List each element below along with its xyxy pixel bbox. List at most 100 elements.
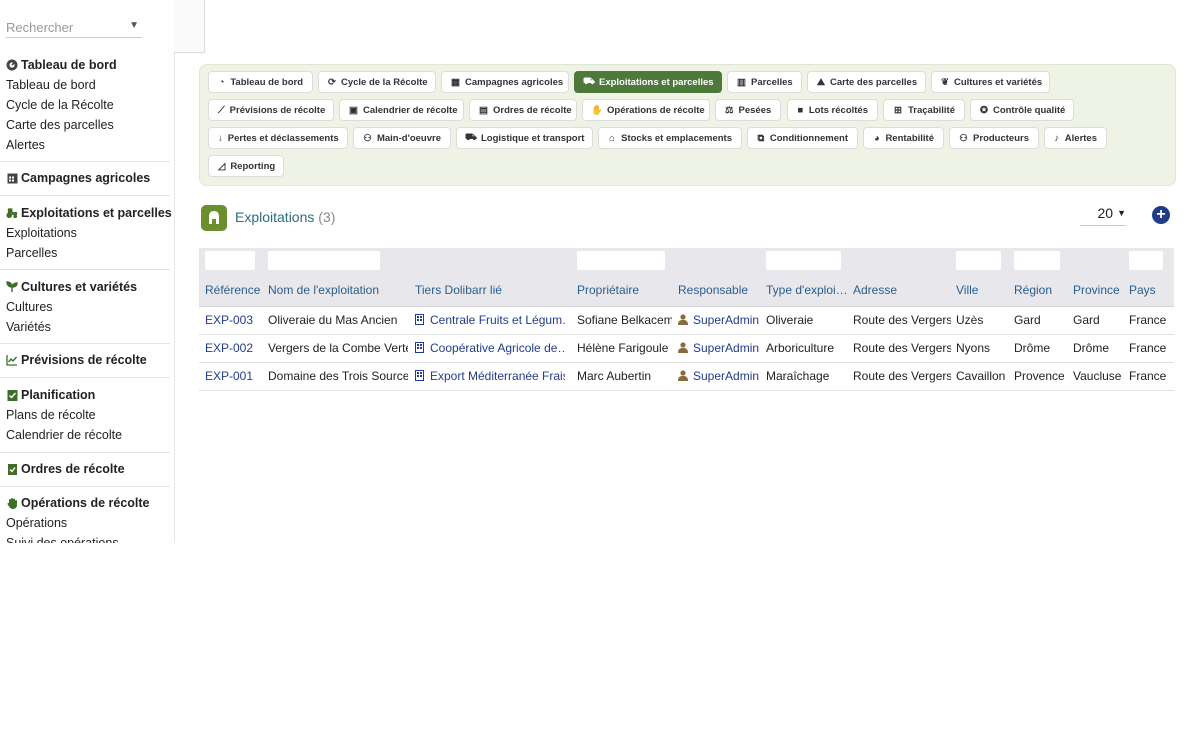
filter-ref-input[interactable]: [205, 251, 255, 270]
chevron-down-icon: ▼: [1117, 208, 1126, 218]
cell-tiers[interactable]: Export Méditerranée Frais: [415, 369, 565, 383]
dashboard-icon: ◔: [218, 76, 225, 88]
menu-item-harvest-plans[interactable]: Plans de récolte: [0, 405, 170, 425]
add-farm-button[interactable]: +: [1152, 206, 1170, 224]
nav-button-18[interactable]: ⌂ Stocks et emplacements: [598, 127, 742, 149]
nav-button-9[interactable]: ▤ Ordres de récolte: [469, 99, 577, 121]
chevron-down-icon[interactable]: ▼: [129, 20, 139, 31]
cell-province: Vaucluse: [1073, 369, 1125, 383]
balance-icon: ⚖: [725, 104, 734, 116]
cell-manager[interactable]: SuperAdmin: [678, 313, 763, 327]
nav-button-13[interactable]: ⊞ Traçabilité: [883, 99, 965, 121]
nav-button-12[interactable]: ■ Lots récoltés: [787, 99, 878, 121]
menu-item-alerts[interactable]: Alertes: [0, 135, 170, 155]
col-header-type[interactable]: Type d'exploi…: [766, 283, 848, 297]
filter-type-input[interactable]: [766, 251, 841, 270]
menu-title-farms[interactable]: Exploitations et parcelles: [0, 203, 172, 223]
menu-title-forecasts[interactable]: Prévisions de récolte: [0, 350, 170, 370]
menu-item-varieties[interactable]: Variétés: [0, 317, 170, 337]
map-marked-icon: ⛰: [817, 76, 825, 88]
col-header-manager[interactable]: Responsable: [678, 283, 748, 297]
menu-title-operations[interactable]: Opérations de récolte: [0, 493, 170, 513]
nav-button-21[interactable]: ⚇ Producteurs: [949, 127, 1039, 149]
cell-tiers[interactable]: Centrale Fruits et Légum…: [415, 313, 565, 327]
nav-button-5[interactable]: ⛰ Carte des parcelles: [807, 71, 926, 93]
cell-tiers[interactable]: Coopérative Agricole de…: [415, 341, 565, 355]
nav-button-10[interactable]: ✋ Opérations de récolte: [582, 99, 710, 121]
menu-title-planning[interactable]: Planification: [0, 385, 170, 405]
menu-item-harvest-cycle[interactable]: Cycle de la Récolte: [0, 95, 170, 115]
cell-country-text: France: [1129, 369, 1167, 383]
col-header-province[interactable]: Province: [1073, 283, 1120, 297]
menu-item-farms[interactable]: Exploitations: [0, 223, 170, 243]
nav-button-label: Producteurs: [973, 132, 1029, 144]
nav-button-23[interactable]: ◿ Reporting: [208, 155, 284, 177]
building-icon: [415, 370, 424, 381]
award-icon: ✪: [980, 104, 988, 116]
nav-button-20[interactable]: ◕ Rentabilité: [863, 127, 944, 149]
nav-button-2[interactable]: ▦ Campagnes agricoles: [441, 71, 569, 93]
menu-item-parcel-map[interactable]: Carte des parcelles: [0, 115, 170, 135]
user-icon: [678, 342, 688, 353]
cell-reference[interactable]: EXP-003: [205, 313, 263, 327]
cell-address-text: Route des Vergers: [853, 369, 951, 383]
filter-owner-input[interactable]: [577, 251, 665, 270]
cell-manager[interactable]: SuperAdmin: [678, 369, 763, 383]
page-size-select[interactable]: 20 ▼: [1080, 205, 1126, 226]
building-icon: [415, 342, 424, 353]
menu-title-campaigns[interactable]: Campagnes agricoles: [0, 168, 170, 188]
nav-button-16[interactable]: ⚇ Main-d'oeuvre: [353, 127, 451, 149]
cell-reference[interactable]: EXP-001: [205, 369, 263, 383]
menu-item-dashboard[interactable]: Tableau de bord: [0, 75, 170, 95]
col-header-name[interactable]: Nom de l'exploitation: [268, 283, 379, 297]
cell-name: Vergers de la Combe Verte: [268, 341, 408, 355]
cell-owner-text: Marc Aubertin: [577, 369, 652, 383]
table-row[interactable]: EXP-003 Oliveraie du Mas Ancien Centrale F…: [199, 307, 1174, 335]
menu-item-harvest-calendar[interactable]: Calendrier de récolte: [0, 425, 170, 445]
search-select[interactable]: Rechercher ▼: [6, 18, 142, 38]
col-header-country[interactable]: Pays: [1129, 283, 1156, 297]
cell-name-text: Oliveraie du Mas Ancien: [268, 313, 398, 327]
menu-title-orders[interactable]: Ordres de récolte: [0, 459, 170, 479]
cell-reference[interactable]: EXP-002: [205, 341, 263, 355]
menu-title-crops[interactable]: Cultures et variétés: [0, 277, 170, 297]
menu-item-cultures[interactable]: Cultures: [0, 297, 170, 317]
nav-button-19[interactable]: ⧉ Conditionnement: [747, 127, 858, 149]
filter-name-input[interactable]: [268, 251, 380, 270]
nav-button-6[interactable]: ❦ Cultures et variétés: [931, 71, 1050, 93]
nav-button-1[interactable]: ⟳ Cycle de la Récolte: [318, 71, 436, 93]
cell-country: France: [1129, 369, 1173, 383]
menu-item-operations[interactable]: Opérations: [0, 513, 170, 533]
nav-button-3[interactable]: ⛟ Exploitations et parcelles: [574, 71, 722, 93]
nav-button-0[interactable]: ◔ Tableau de bord: [208, 71, 313, 93]
truck-icon: ⛟: [465, 132, 477, 143]
table-row[interactable]: EXP-001 Domaine des Trois Sources Export M…: [199, 363, 1174, 391]
nav-button-label: Rentabilité: [885, 132, 934, 144]
pie-chart-icon: ◕: [873, 132, 880, 144]
nav-button-8[interactable]: ▣ Calendrier de récolte: [339, 99, 464, 121]
col-header-region[interactable]: Région: [1014, 283, 1052, 297]
col-header-address[interactable]: Adresse: [853, 283, 897, 297]
nav-button-14[interactable]: ✪ Contrôle qualité: [970, 99, 1074, 121]
table-row[interactable]: EXP-002 Vergers de la Combe Verte Coopérat…: [199, 335, 1174, 363]
nav-button-22[interactable]: ♪ Alertes: [1044, 127, 1107, 149]
divider: [0, 452, 170, 453]
seedling-icon: [6, 281, 18, 293]
menu-title-dashboard[interactable]: Tableau de bord: [0, 55, 170, 75]
col-header-reference[interactable]: Référence: [205, 283, 260, 297]
nav-button-11[interactable]: ⚖ Pesées: [715, 99, 781, 121]
col-header-tiers[interactable]: Tiers Dolibarr lié: [415, 283, 502, 297]
filter-city-input[interactable]: [956, 251, 1001, 270]
nav-button-15[interactable]: ↓ Pertes et déclassements: [208, 127, 348, 149]
menu-item-parcels[interactable]: Parcelles: [0, 243, 170, 263]
filter-region-input[interactable]: [1014, 251, 1060, 270]
col-header-city[interactable]: Ville: [956, 283, 978, 297]
nav-button-17[interactable]: ⛟ Logistique et transport: [456, 127, 593, 149]
clipboard-icon: [6, 463, 18, 475]
cell-manager[interactable]: SuperAdmin: [678, 341, 763, 355]
filter-country-input[interactable]: [1129, 251, 1163, 270]
nav-button-4[interactable]: ▥ Parcelles: [727, 71, 802, 93]
menu-item-operations-tracking[interactable]: Suivi des opérations: [0, 533, 170, 543]
nav-button-7[interactable]: ⟋ Prévisions de récolte: [208, 99, 334, 121]
col-header-owner[interactable]: Propriétaire: [577, 283, 639, 297]
